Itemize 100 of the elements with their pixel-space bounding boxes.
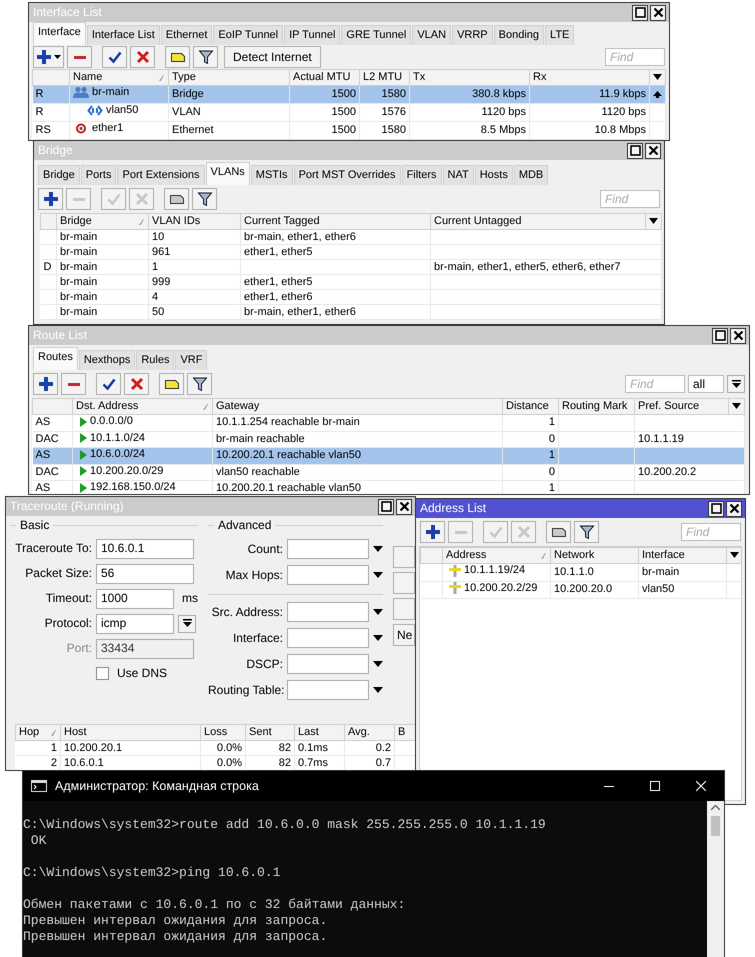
- tab[interactable]: Ports: [80, 165, 116, 185]
- column-menu-icon[interactable]: [730, 552, 739, 558]
- tab[interactable]: Bridge: [38, 165, 80, 185]
- scrollbar[interactable]: [707, 801, 724, 957]
- column-header[interactable]: Current Tagged: [240, 214, 430, 230]
- scroll-thumb[interactable]: [711, 816, 720, 836]
- column-header[interactable]: Sent: [246, 724, 294, 741]
- dropdown-button[interactable]: [727, 375, 745, 393]
- column-header[interactable]: L2 MTU: [360, 70, 410, 86]
- input-field[interactable]: 1000: [96, 588, 174, 608]
- table-row[interactable]: DAC 10.200.20.0/29 vlan50 reachable 0 10.200.20.2: [32, 464, 744, 480]
- dropdown-icon[interactable]: [373, 572, 383, 578]
- find-field[interactable]: Find: [681, 523, 741, 541]
- filter-button[interactable]: [192, 188, 217, 210]
- column-header[interactable]: Type: [168, 70, 290, 86]
- dropdown-button[interactable]: [178, 614, 196, 632]
- tab[interactable]: Bonding: [494, 25, 544, 45]
- tab[interactable]: MDB: [514, 165, 548, 185]
- tab[interactable]: GRE Tunnel: [341, 25, 412, 45]
- table-row[interactable]: 10.200.20.2/29 10.200.20.0 vlan50: [420, 581, 741, 598]
- dropdown-icon[interactable]: [373, 546, 383, 552]
- disable-button[interactable]: [130, 46, 155, 68]
- column-header[interactable]: Host: [60, 724, 200, 741]
- filter-button[interactable]: [193, 46, 218, 68]
- tab[interactable]: VLAN: [412, 25, 452, 45]
- column-header[interactable]: Distance: [502, 398, 558, 414]
- close-button[interactable]: [730, 328, 746, 344]
- maximize-button[interactable]: [712, 328, 728, 344]
- input-field[interactable]: 56: [96, 564, 194, 584]
- find-field[interactable]: Find: [605, 48, 665, 66]
- tab[interactable]: Ethernet: [160, 25, 212, 45]
- detect-internet-button[interactable]: Detect Internet: [224, 46, 321, 68]
- column-header[interactable]: VLAN IDs: [148, 214, 240, 230]
- input-field[interactable]: [287, 565, 369, 585]
- find-field[interactable]: Find: [600, 190, 660, 208]
- add-button[interactable]: [33, 373, 58, 395]
- dropdown-icon[interactable]: [373, 635, 383, 641]
- column-header[interactable]: Pref. Source: [634, 398, 728, 414]
- scroll-up-icon[interactable]: [653, 90, 662, 98]
- column-header[interactable]: Gateway: [212, 398, 502, 414]
- tab[interactable]: Nexthops: [78, 350, 136, 370]
- tab[interactable]: Rules: [136, 350, 174, 370]
- column-header[interactable]: Routing Mark: [558, 398, 634, 414]
- input-field[interactable]: 10.6.0.1: [96, 538, 194, 558]
- table-row[interactable]: R vlan50 VLAN 1500 1576 1120 bps 1120 bps: [32, 104, 666, 122]
- tab[interactable]: LTE: [545, 25, 574, 45]
- table-row[interactable]: br-main 10 br-main, ether1, ether6: [40, 230, 662, 244]
- disable-button[interactable]: [124, 373, 149, 395]
- maximize-button[interactable]: [708, 500, 724, 516]
- scope-select[interactable]: all: [688, 375, 724, 393]
- column-header[interactable]: B: [394, 724, 415, 741]
- input-field[interactable]: [287, 654, 369, 674]
- maximize-button[interactable]: [627, 142, 643, 158]
- table-row[interactable]: 10.1.1.19/24 10.1.1.0 br-main: [420, 564, 741, 581]
- find-field[interactable]: Find: [625, 375, 685, 393]
- tab[interactable]: Port MST Overrides: [294, 165, 401, 185]
- table-row[interactable]: D br-main 1 br-main, ether1, ether5, ether6, ether7: [40, 260, 662, 274]
- tab[interactable]: Port Extensions: [117, 165, 205, 185]
- table-row[interactable]: R br-main Bridge 1500 1580 380.8 kbps 11.9 kbps: [32, 86, 666, 104]
- tab[interactable]: IP Tunnel: [284, 25, 340, 45]
- column-header[interactable]: Interface: [638, 548, 726, 564]
- add-button[interactable]: [38, 188, 63, 210]
- remove-button[interactable]: [61, 373, 86, 395]
- add-button[interactable]: [420, 521, 445, 543]
- column-header[interactable]: Tx: [410, 70, 530, 86]
- comment-button[interactable]: [159, 373, 184, 395]
- table-row[interactable]: br-main 4 ether1, ether6: [40, 290, 662, 304]
- dropdown-icon[interactable]: [373, 609, 383, 615]
- table-row[interactable]: br-main 961 ether1, ether5: [40, 244, 662, 260]
- dropdown-icon[interactable]: [373, 687, 383, 693]
- close-button[interactable]: [726, 500, 742, 516]
- tab[interactable]: Interface List: [86, 25, 160, 45]
- close-button[interactable]: [396, 498, 412, 514]
- add-button[interactable]: [33, 46, 64, 68]
- close-button[interactable]: [650, 4, 666, 20]
- input-field[interactable]: [287, 628, 369, 648]
- tab[interactable]: VRRP: [452, 25, 493, 45]
- input-field[interactable]: [287, 602, 369, 622]
- maximize-button[interactable]: [378, 498, 394, 514]
- table-row[interactable]: br-main 999 ether1, ether5: [40, 274, 662, 290]
- tab[interactable]: EoIP Tunnel: [213, 25, 284, 45]
- maximize-button[interactable]: [632, 4, 648, 20]
- dropdown-icon[interactable]: [373, 661, 383, 667]
- column-header[interactable]: Network: [550, 548, 638, 564]
- column-menu-icon[interactable]: [732, 403, 741, 409]
- column-header[interactable]: Actual MTU: [290, 70, 360, 86]
- filter-button[interactable]: [574, 521, 599, 543]
- column-header[interactable]: Loss: [200, 724, 246, 741]
- table-row[interactable]: AS 0.0.0.0/0 10.1.1.254 reachable br-main 1: [32, 414, 744, 431]
- tab[interactable]: Hosts: [474, 165, 513, 185]
- remove-button[interactable]: [67, 46, 92, 68]
- input-field[interactable]: icmp: [96, 614, 174, 634]
- tab[interactable]: Routes: [33, 347, 78, 370]
- tab[interactable]: VRF: [175, 350, 208, 370]
- enable-button[interactable]: [96, 373, 121, 395]
- close-button[interactable]: [645, 142, 661, 158]
- tab[interactable]: MSTIs: [250, 165, 293, 185]
- tab[interactable]: VLANs: [206, 162, 250, 185]
- table-row[interactable]: br-main 50 br-main, ether1, ether6: [40, 304, 662, 320]
- input-field[interactable]: [287, 539, 369, 559]
